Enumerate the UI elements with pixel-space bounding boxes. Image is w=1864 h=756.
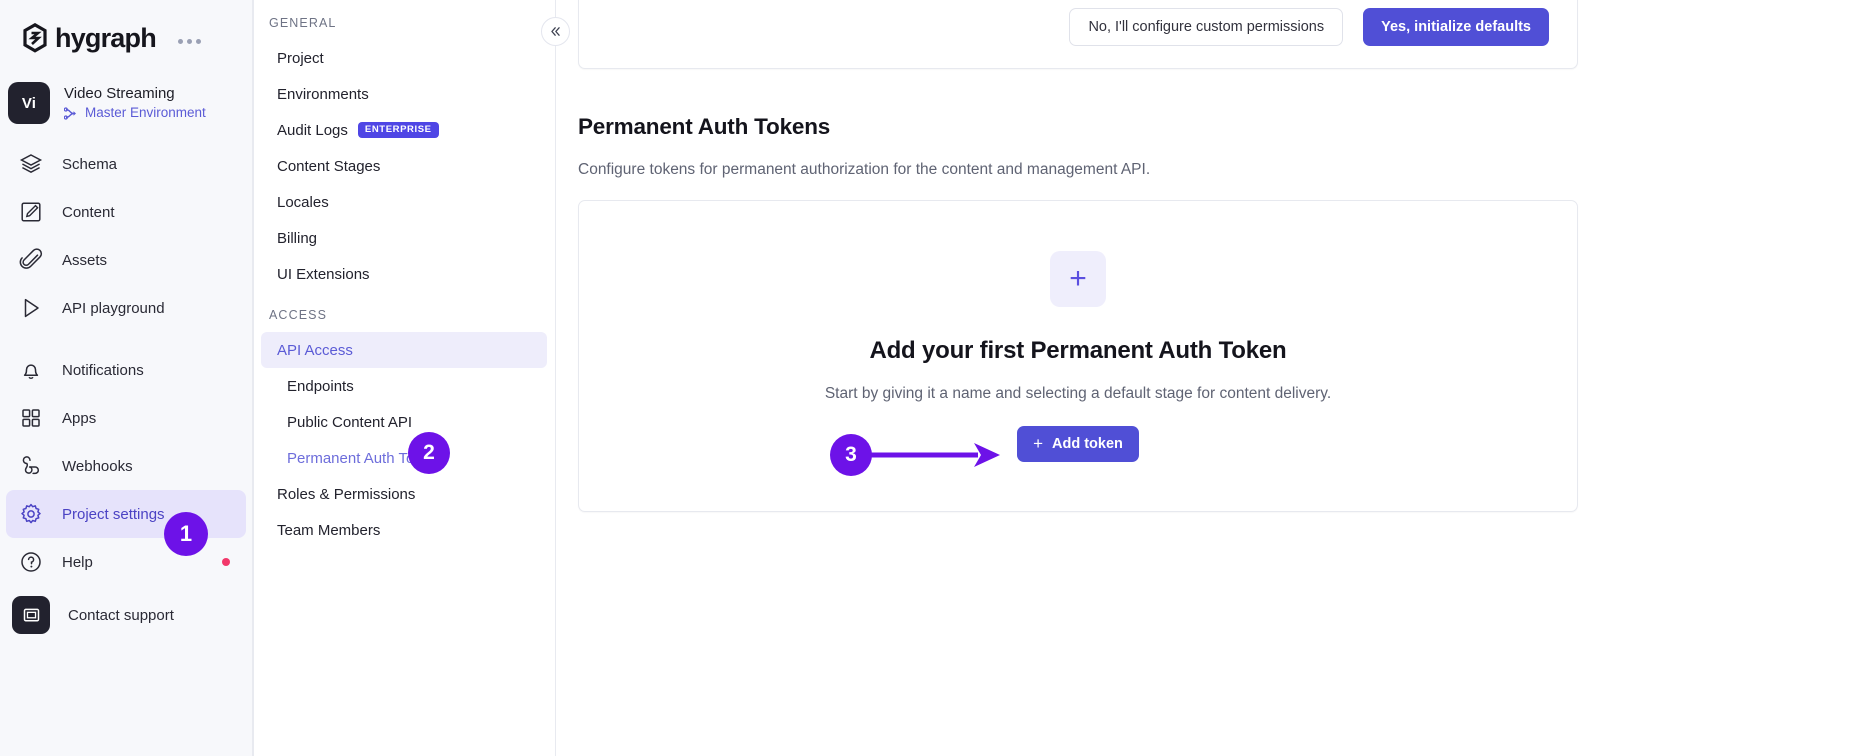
page-subtitle: Configure tokens for permanent authoriza… — [578, 161, 1578, 179]
primary-sidebar: hygraph Vi Video Streaming Master Enviro… — [0, 0, 253, 756]
settings-item-label: Endpoints — [287, 378, 354, 395]
add-token-label: Add token — [1052, 436, 1123, 452]
help-alert-dot — [222, 558, 230, 566]
sidebar-item-label: Webhooks — [62, 458, 133, 475]
settings-group-title-general: GENERAL — [253, 10, 555, 40]
settings-item-label: Roles & Permissions — [277, 486, 415, 503]
bell-icon — [18, 357, 44, 383]
double-chevron-left-icon — [549, 25, 562, 38]
configure-custom-permissions-button[interactable]: No, I'll configure custom permissions — [1069, 8, 1343, 46]
settings-item-permanent-auth-tokens[interactable]: Permanent Auth Tokens — [261, 440, 547, 476]
settings-item-label: Public Content API — [287, 414, 412, 431]
brand-name: hygraph — [55, 25, 156, 52]
project-switcher[interactable]: Vi Video Streaming Master Environment — [0, 66, 252, 124]
sidebar-item-webhooks[interactable]: Webhooks — [6, 442, 246, 490]
settings-group-title-access: ACCESS — [253, 292, 555, 332]
settings-item-label: Environments — [277, 86, 369, 103]
sidebar-item-api-playground[interactable]: API playground — [6, 284, 246, 332]
sidebar-item-label: Help — [62, 554, 93, 571]
hygraph-logo[interactable]: hygraph — [22, 23, 156, 53]
brand-row: hygraph — [0, 6, 252, 54]
environment-label: Master Environment — [85, 105, 206, 121]
sidebar-item-assets[interactable]: Assets — [6, 236, 246, 284]
top-card-actions: No, I'll configure custom permissions Ye… — [1069, 8, 1549, 46]
project-name: Video Streaming — [64, 85, 206, 104]
sidebar-divider — [253, 0, 254, 756]
empty-state-action: + Add token — [1017, 426, 1139, 462]
settings-item-project[interactable]: Project — [261, 40, 547, 76]
layers-icon — [18, 151, 44, 177]
question-circle-icon — [18, 549, 44, 575]
plus-icon: + — [1050, 251, 1106, 307]
sidebar-item-content[interactable]: Content — [6, 188, 246, 236]
primary-nav: Schema Content Assets API playground — [0, 140, 252, 586]
settings-item-label: Team Members — [277, 522, 380, 539]
settings-item-label: Project — [277, 50, 324, 67]
grid-icon — [18, 405, 44, 431]
sidebar-item-notifications[interactable]: Notifications — [6, 346, 246, 394]
settings-item-content-stages[interactable]: Content Stages — [261, 148, 547, 184]
settings-item-label: Billing — [277, 230, 317, 247]
contact-support-label: Contact support — [68, 607, 174, 624]
annotation-badge-1: 1 — [164, 512, 208, 556]
settings-item-roles-permissions[interactable]: Roles & Permissions — [261, 476, 547, 512]
sidebar-item-label: Project settings — [62, 506, 165, 523]
settings-item-label: API Access — [277, 342, 353, 359]
settings-item-endpoints[interactable]: Endpoints — [261, 368, 547, 404]
settings-item-label: Locales — [277, 194, 329, 211]
empty-state-subtitle: Start by giving it a name and selecting … — [825, 385, 1331, 403]
sidebar-item-label: Notifications — [62, 362, 144, 379]
settings-item-label: Content Stages — [277, 158, 380, 175]
empty-state-title: Add your first Permanent Auth Token — [869, 337, 1286, 365]
sidebar-item-schema[interactable]: Schema — [6, 140, 246, 188]
hygraph-mark-icon — [22, 23, 48, 53]
settings-item-label: Audit Logs — [277, 122, 348, 139]
sidebar-item-apps[interactable]: Apps — [6, 394, 246, 442]
sidebar-item-project-settings[interactable]: Project settings — [6, 490, 246, 538]
settings-item-locales[interactable]: Locales — [261, 184, 547, 220]
collapse-sidebar-button[interactable] — [541, 17, 570, 46]
sidebar-item-label: Content — [62, 204, 115, 221]
annotation-badge-2: 2 — [408, 432, 450, 474]
settings-item-label: UI Extensions — [277, 266, 370, 283]
settings-sidebar: GENERAL Project Environments Audit Logs … — [253, 0, 556, 756]
nav-divider-gap — [0, 332, 252, 346]
empty-state-card: + Add your first Permanent Auth Token St… — [578, 200, 1578, 512]
settings-item-environments[interactable]: Environments — [261, 76, 547, 112]
settings-item-api-access[interactable]: API Access — [261, 332, 547, 368]
project-meta: Video Streaming Master Environment — [64, 85, 206, 122]
ellipsis-icon[interactable] — [178, 39, 201, 44]
sidebar-item-help[interactable]: Help — [6, 538, 246, 586]
gear-icon — [18, 501, 44, 527]
project-environment[interactable]: Master Environment — [64, 105, 206, 121]
default-permissions-card: No, I'll configure custom permissions Ye… — [578, 0, 1578, 69]
app-root: hygraph Vi Video Streaming Master Enviro… — [0, 0, 1864, 756]
sidebar-item-label: Apps — [62, 410, 96, 427]
chat-window-icon — [12, 596, 50, 634]
sidebar-item-label: API playground — [62, 300, 165, 317]
main-content: No, I'll configure custom permissions Ye… — [556, 0, 1864, 756]
add-token-button[interactable]: + Add token — [1017, 426, 1139, 462]
sidebar-item-label: Assets — [62, 252, 107, 269]
settings-item-billing[interactable]: Billing — [261, 220, 547, 256]
sidebar-item-label: Schema — [62, 156, 117, 173]
branch-icon — [64, 107, 79, 120]
settings-item-team-members[interactable]: Team Members — [261, 512, 547, 548]
edit-square-icon — [18, 199, 44, 225]
annotation-arrow-3 — [866, 438, 1006, 472]
settings-item-public-content-api[interactable]: Public Content API — [261, 404, 547, 440]
paperclip-icon — [18, 247, 44, 273]
plus-icon: + — [1033, 435, 1043, 452]
settings-item-ui-extensions[interactable]: UI Extensions — [261, 256, 547, 292]
annotation-badge-3: 3 — [830, 434, 872, 476]
enterprise-badge: ENTERPRISE — [358, 122, 439, 138]
contact-support-button[interactable]: Contact support — [0, 596, 252, 634]
initialize-defaults-button[interactable]: Yes, initialize defaults — [1363, 8, 1549, 46]
play-icon — [18, 295, 44, 321]
page-title: Permanent Auth Tokens — [578, 114, 1578, 140]
webhook-icon — [18, 453, 44, 479]
main-inner: No, I'll configure custom permissions Ye… — [578, 0, 1578, 512]
settings-item-audit-logs[interactable]: Audit Logs ENTERPRISE — [261, 112, 547, 148]
avatar: Vi — [8, 82, 50, 124]
